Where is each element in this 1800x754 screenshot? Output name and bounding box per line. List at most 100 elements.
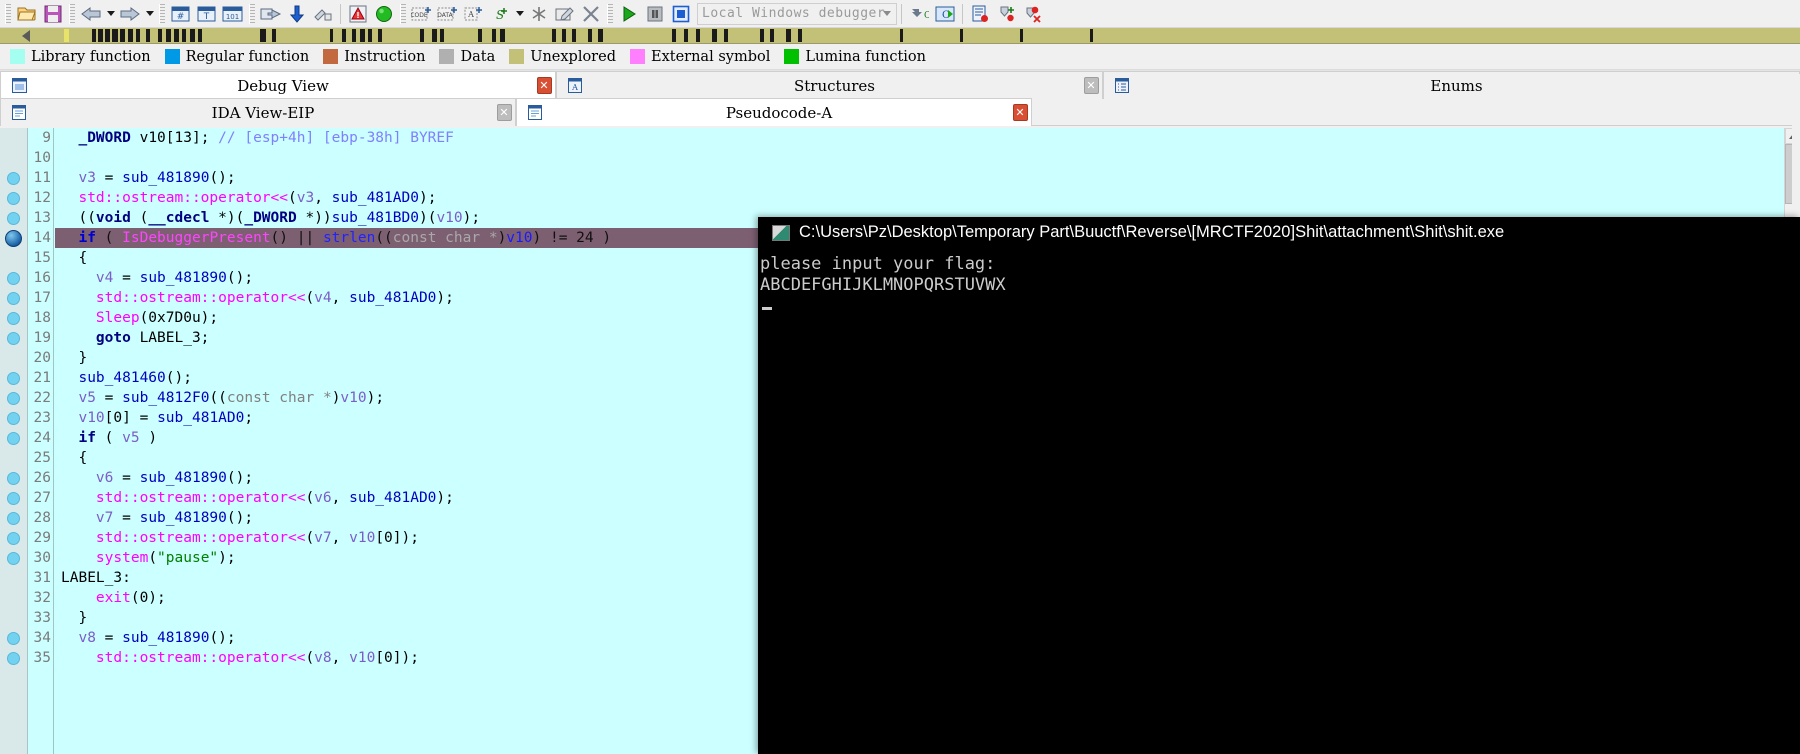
- code-token: sub_481890: [139, 510, 227, 526]
- breakpoint-marker[interactable]: [7, 172, 20, 185]
- close-icon[interactable]: ✕: [536, 77, 552, 94]
- tab-ida-view-eip[interactable]: IDA View-EIP ✕: [0, 98, 516, 126]
- toolbar-grip-2[interactable]: [69, 3, 75, 24]
- tab-close-button[interactable]: ✕: [533, 77, 555, 94]
- breakpoint-marker[interactable]: [7, 392, 20, 405]
- text-cursor: [762, 307, 772, 310]
- code-line[interactable]: [55, 148, 1784, 168]
- debugger-selector[interactable]: Local Windows debugger: [697, 2, 897, 25]
- tab-close-button[interactable]: ✕: [1009, 104, 1031, 121]
- console-app-icon: [772, 224, 790, 241]
- unexplored-icon[interactable]: [526, 2, 552, 26]
- code-line[interactable]: v3 = sub_481890();: [55, 168, 1784, 188]
- forward-arrow-icon[interactable]: [117, 2, 143, 26]
- console-output[interactable]: please input your flag: ABCDEFGHIJKLMNOP…: [758, 248, 1800, 317]
- tab-close-button[interactable]: ✕: [493, 104, 515, 121]
- line-number: 12: [33, 190, 51, 206]
- forward-history-dropdown-icon[interactable]: [143, 2, 156, 26]
- console-title-bar[interactable]: C:\Users\Pz\Desktop\Temporary Part\Buuct…: [758, 217, 1800, 248]
- make-string-icon[interactable]: T: [194, 2, 220, 26]
- breakpoint-marker[interactable]: [7, 632, 20, 645]
- jump-down-icon[interactable]: [284, 2, 310, 26]
- warnings-icon[interactable]: [345, 2, 371, 26]
- tab-label: IDA View-EIP: [211, 103, 315, 122]
- breakpoint-marker[interactable]: [7, 272, 20, 285]
- run-icon[interactable]: [371, 2, 397, 26]
- toolbar-grip-6[interactable]: [607, 3, 613, 24]
- breakpoint-marker[interactable]: [7, 552, 20, 565]
- debugger-start-icon[interactable]: [616, 2, 642, 26]
- tab-debug-view[interactable]: Debug View ✕: [0, 71, 556, 99]
- navigator-strip[interactable]: [0, 28, 1800, 43]
- breakpoint-marker[interactable]: [7, 332, 20, 345]
- code-line[interactable]: std::ostream::operator<<(v3, sub_481AD0)…: [55, 188, 1784, 208]
- add-data-icon[interactable]: DATA: [435, 2, 461, 26]
- back-arrow-icon[interactable]: [78, 2, 104, 26]
- debugger-selector-dropdown-icon[interactable]: [878, 5, 895, 23]
- svg-text:#: #: [177, 12, 185, 22]
- back-history-dropdown-icon[interactable]: [104, 2, 117, 26]
- navigator-band[interactable]: [0, 28, 1800, 44]
- tab-pseudocode-a[interactable]: Pseudocode-A ✕: [516, 98, 1032, 126]
- make-data-icon[interactable]: 101: [220, 2, 246, 26]
- save-icon[interactable]: [40, 2, 66, 26]
- step-into-icon[interactable]: C: [906, 2, 932, 26]
- jump-to-operand-icon[interactable]: [258, 2, 284, 26]
- debugger-pause-icon[interactable]: [642, 2, 668, 26]
- line-number: 22: [33, 390, 51, 406]
- legend-label: Regular function: [185, 48, 310, 65]
- breakpoint-marker[interactable]: [7, 412, 20, 425]
- breakpoint-marker[interactable]: [7, 492, 20, 505]
- close-icon[interactable]: ✕: [1012, 104, 1028, 121]
- add-breakpoint-icon[interactable]: [993, 2, 1019, 26]
- svg-text:101: 101: [226, 13, 239, 21]
- delete-breakpoint-icon[interactable]: [1019, 2, 1045, 26]
- toolbar-grip-5[interactable]: [400, 3, 406, 24]
- breakpoint-marker[interactable]: [7, 212, 20, 225]
- delete-icon[interactable]: [578, 2, 604, 26]
- close-icon[interactable]: ✕: [496, 104, 512, 121]
- breakpoint-marker[interactable]: [7, 512, 20, 525]
- code-token: v7: [95, 510, 114, 526]
- code-line[interactable]: _DWORD v10[13]; // [esp+4h] [ebp-38h] BY…: [55, 128, 1784, 148]
- add-code-icon[interactable]: CODE: [409, 2, 435, 26]
- breakpoint-marker[interactable]: [7, 652, 20, 665]
- console-window[interactable]: C:\Users\Pz\Desktop\Temporary Part\Buuct…: [758, 217, 1800, 754]
- undefine-icon[interactable]: [310, 2, 336, 26]
- make-code-icon[interactable]: #: [168, 2, 194, 26]
- breakpoint-marker[interactable]: [7, 192, 20, 205]
- code-token: v3: [296, 190, 315, 206]
- tab-close-button[interactable]: ✕: [1080, 77, 1102, 94]
- code-token: );: [418, 190, 437, 206]
- code-token: );: [436, 290, 454, 306]
- edit-icon[interactable]: [552, 2, 578, 26]
- breakpoint-marker[interactable]: [7, 472, 20, 485]
- add-struct-icon[interactable]: S: [487, 2, 513, 26]
- line-number: 33: [33, 610, 51, 626]
- code-token: goto: [95, 330, 131, 346]
- eip-marker[interactable]: [5, 230, 22, 247]
- breakpoint-marker[interactable]: [7, 372, 20, 385]
- breakpoint-marker[interactable]: [7, 312, 20, 325]
- toolbar-grip-4[interactable]: [249, 3, 255, 24]
- code-token: sub_481890: [139, 470, 227, 486]
- breakpoint-gutter[interactable]: [0, 128, 28, 754]
- toolbar-grip-3[interactable]: [159, 3, 165, 24]
- tab-structures[interactable]: A Structures ✕: [556, 71, 1103, 99]
- open-file-icon[interactable]: [14, 2, 40, 26]
- breakpoint-marker[interactable]: [7, 292, 20, 305]
- tab-enums[interactable]: Enums: [1103, 71, 1800, 99]
- breakpoint-marker[interactable]: [7, 432, 20, 445]
- code-token: [0]);: [375, 530, 419, 546]
- add-ascii-icon[interactable]: A: [461, 2, 487, 26]
- toolbar-grip[interactable]: [5, 3, 11, 24]
- step-over-icon[interactable]: C: [932, 2, 958, 26]
- breakpoint-marker[interactable]: [7, 532, 20, 545]
- code-token: sub_481890: [122, 170, 210, 186]
- struct-dropdown-icon[interactable]: [513, 2, 526, 26]
- close-icon[interactable]: ✕: [1083, 77, 1099, 94]
- debugger-stop-icon[interactable]: [668, 2, 694, 26]
- breakpoint-list-icon[interactable]: [967, 2, 993, 26]
